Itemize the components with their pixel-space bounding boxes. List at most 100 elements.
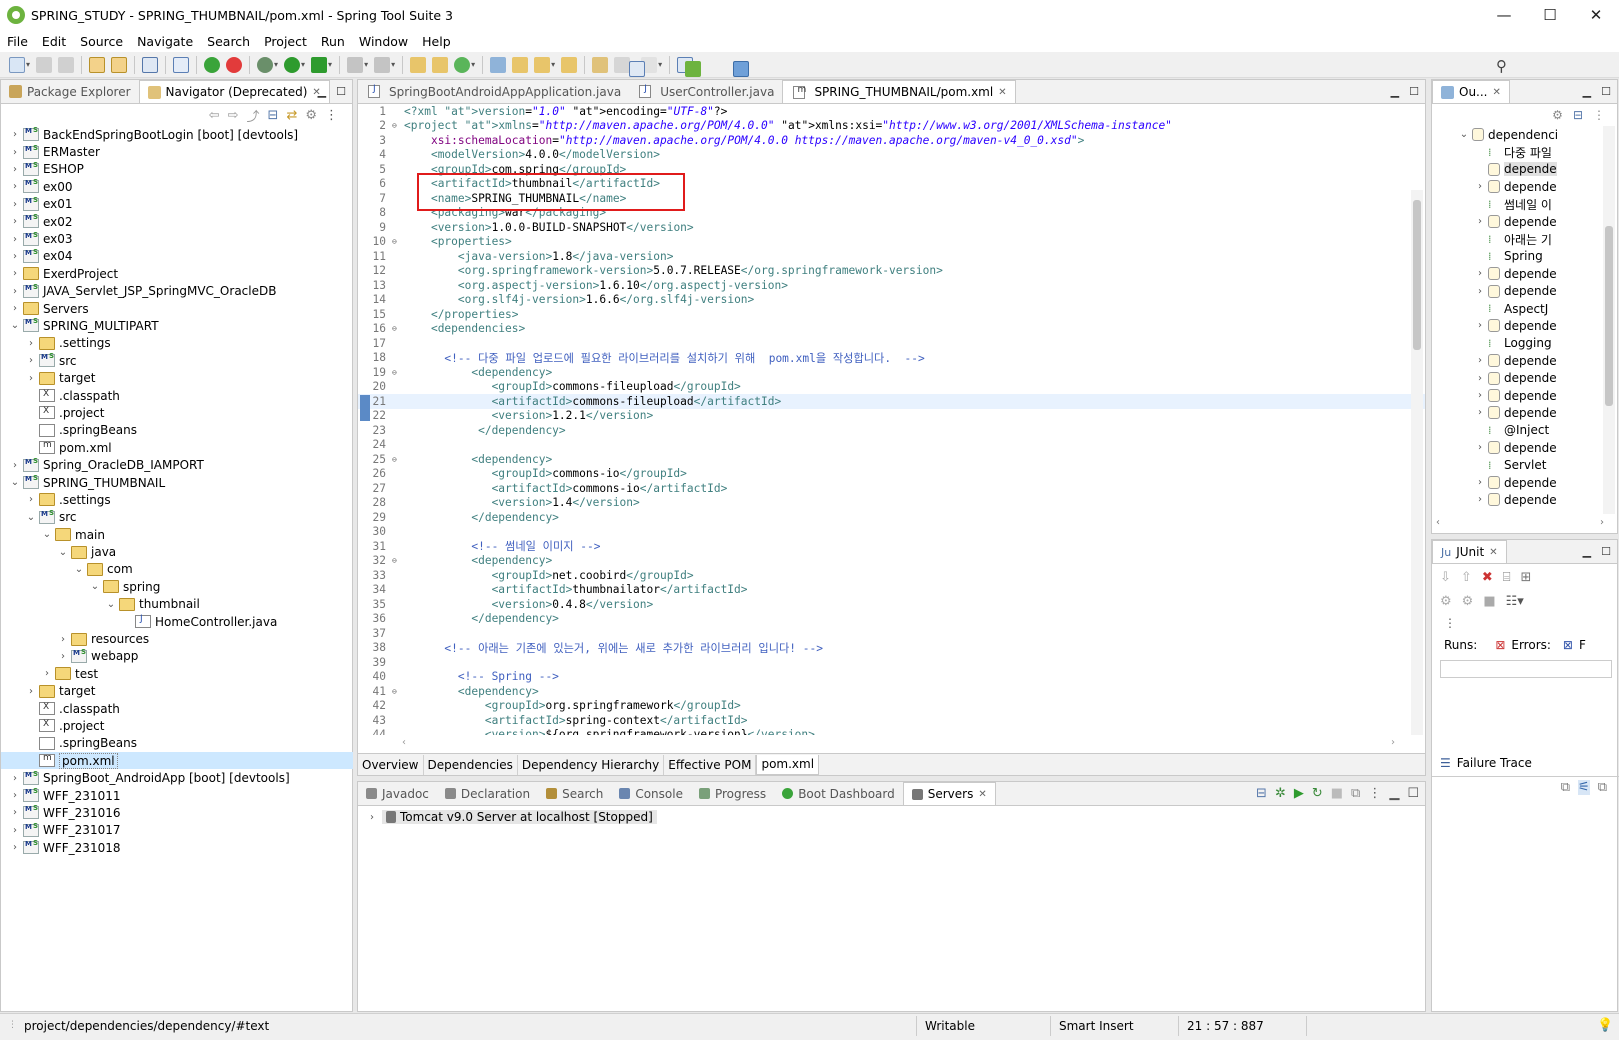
tree-item[interactable]: pom.xml xyxy=(1,752,353,770)
outline-item[interactable]: › depende xyxy=(1432,352,1604,369)
minimize-view-icon[interactable]: ▁ xyxy=(1389,786,1399,801)
tree-item[interactable]: › test xyxy=(1,665,353,682)
tab-outline[interactable]: Ou... ✕ xyxy=(1432,80,1510,103)
spring-perspective-icon[interactable] xyxy=(685,60,702,77)
close-tab-icon[interactable]: ✕ xyxy=(1489,547,1497,558)
code-line[interactable]: 11 <java-version>1.8</java-version> xyxy=(358,249,1425,264)
code-line[interactable]: 34 <artifactId>thumbnailator</artifactId… xyxy=(358,583,1425,598)
tab-navigator[interactable]: Navigator (Deprecated) ✕ xyxy=(138,80,330,103)
editor-tab[interactable]: UserController.java xyxy=(629,80,782,103)
code-line[interactable]: 36 </dependency> xyxy=(358,612,1425,627)
expand-toggle-icon[interactable]: ⌄ xyxy=(41,529,53,540)
fold-toggle-icon[interactable]: ⊖ xyxy=(392,455,400,464)
tree-item[interactable]: › target xyxy=(1,369,353,386)
code-line[interactable]: 15 </properties> xyxy=(358,307,1425,322)
up-icon[interactable]: ⤴ xyxy=(247,106,260,125)
editor-vertical-scrollbar[interactable] xyxy=(1411,190,1423,735)
tree-item[interactable]: ⌄ src xyxy=(1,509,353,526)
code-line[interactable]: 10 ⊖ <properties> xyxy=(358,235,1425,250)
filter-stack-icon[interactable]: ⚟ xyxy=(1578,780,1590,795)
fold-toggle-icon[interactable]: ⊖ xyxy=(392,237,400,246)
code-line[interactable]: 19 ⊖ <dependency> xyxy=(358,365,1425,380)
expand-toggle-icon[interactable]: › xyxy=(9,773,21,784)
tree-item[interactable]: › target xyxy=(1,683,353,700)
pencil-icon[interactable] xyxy=(534,56,551,73)
close-tab-icon[interactable]: ✕ xyxy=(1493,87,1501,98)
show-failures-only-icon[interactable]: ✖ xyxy=(1482,570,1493,585)
tree-item[interactable]: › BackEndSpringBootLogin [boot] [devtools… xyxy=(1,126,353,143)
expand-toggle-icon[interactable]: ⌄ xyxy=(57,547,69,558)
filter-icon[interactable]: ⚙ xyxy=(1552,108,1563,122)
bottom-tab[interactable]: Declaration xyxy=(437,782,538,805)
copy-trace-icon[interactable]: ⧉ xyxy=(1598,780,1607,795)
debug-server-icon[interactable]: ✲ xyxy=(1275,786,1286,801)
rerun-icon[interactable]: ⚙ xyxy=(1440,594,1452,609)
expand-toggle-icon[interactable]: › xyxy=(1474,355,1486,366)
code-line[interactable]: 14 <org.slf4j-version>1.6.6</org.slf4j-v… xyxy=(358,293,1425,308)
link-with-editor-icon[interactable]: ⇄ xyxy=(286,108,297,123)
tree-item[interactable]: › src xyxy=(1,352,353,369)
scroll-lock-icon[interactable]: ⌸ xyxy=(1503,570,1511,585)
code-line[interactable]: 16 ⊖ <dependencies> xyxy=(358,322,1425,337)
expand-toggle-icon[interactable]: › xyxy=(1474,268,1486,279)
rerun-failed-icon[interactable]: ⚙ xyxy=(1462,594,1474,609)
bottom-tab[interactable]: Search xyxy=(538,782,611,805)
fold-toggle-icon[interactable]: ⊖ xyxy=(392,687,400,696)
code-line[interactable]: 26 <groupId>commons-io</groupId> xyxy=(358,467,1425,482)
code-line[interactable]: 22 <version>1.2.1</version> xyxy=(358,409,1425,424)
outline-item[interactable]: ⁞ 아래는 기 xyxy=(1432,230,1604,247)
expand-toggle-icon[interactable]: › xyxy=(1474,477,1486,488)
bottom-tab[interactable]: Progress xyxy=(691,782,774,805)
stop-server-icon[interactable]: ■ xyxy=(1331,786,1343,801)
tree-item[interactable]: ⌄ com xyxy=(1,561,353,578)
outline-item[interactable]: › depende xyxy=(1432,404,1604,421)
expand-toggle-icon[interactable]: › xyxy=(1474,442,1486,453)
tree-item[interactable]: ⌄ spring xyxy=(1,578,353,595)
fold-toggle-icon[interactable]: ⊖ xyxy=(392,324,400,333)
outline-item[interactable]: ⌄ dependenci xyxy=(1432,126,1604,143)
debug-icon[interactable] xyxy=(257,56,274,73)
expand-toggle-icon[interactable]: › xyxy=(1474,216,1486,227)
outline-item[interactable]: › depende xyxy=(1432,474,1604,491)
tree-item[interactable]: › ExerdProject xyxy=(1,265,353,282)
tab-package-explorer[interactable]: Package Explorer xyxy=(1,80,139,103)
bottom-tab[interactable]: Servers ✕ xyxy=(902,782,996,805)
fold-toggle-icon[interactable]: ⊖ xyxy=(392,368,400,377)
expand-toggle-icon[interactable]: › xyxy=(9,807,21,818)
code-line[interactable]: 20 <groupId>commons-fileupload</groupId> xyxy=(358,380,1425,395)
outline-item[interactable]: › depende xyxy=(1432,369,1604,386)
menu-navigate[interactable]: Navigate xyxy=(130,34,200,49)
expand-toggle-icon[interactable]: › xyxy=(9,790,21,801)
expand-toggle-icon[interactable]: ⌄ xyxy=(89,581,101,592)
open-folder-icon[interactable] xyxy=(512,56,529,73)
outline-item[interactable]: ⁞ Spring xyxy=(1432,248,1604,265)
tree-item[interactable]: › ex01 xyxy=(1,196,353,213)
expand-toggle-icon[interactable]: › xyxy=(9,268,21,279)
expand-toggle-icon[interactable]: ⌄ xyxy=(25,512,37,523)
expand-toggle-icon[interactable]: ⌄ xyxy=(73,564,85,575)
code-line[interactable]: 35 <version>0.4.8</version> xyxy=(358,597,1425,612)
outline-item[interactable]: › depende xyxy=(1432,439,1604,456)
expand-toggle-icon[interactable]: › xyxy=(9,234,21,245)
expand-toggle-icon[interactable]: › xyxy=(57,634,69,645)
new-package-icon[interactable] xyxy=(432,56,449,73)
menu-edit[interactable]: Edit xyxy=(35,34,73,49)
outline-vertical-scrollbar[interactable] xyxy=(1603,126,1615,514)
code-line[interactable]: 37 xyxy=(358,626,1425,641)
minimize-editor-icon[interactable]: ▁ xyxy=(1391,85,1399,98)
start-server-icon[interactable]: ▶ xyxy=(1294,786,1304,801)
save-all-icon[interactable] xyxy=(58,56,75,73)
outline-item[interactable]: › depende xyxy=(1432,387,1604,404)
tab-junit[interactable]: Ju JUnit ✕ xyxy=(1432,540,1507,563)
open-perspective-button-icon[interactable] xyxy=(629,60,646,77)
outline-item[interactable]: ⁞ Servlet xyxy=(1432,456,1604,473)
code-line[interactable]: 1 <?xml "at">version="1.0" "at">encoding=… xyxy=(358,104,1425,119)
tree-item[interactable]: › ex04 xyxy=(1,248,353,265)
outline-item[interactable]: › depende xyxy=(1432,178,1604,195)
code-line[interactable]: 9 <version>1.0.0-BUILD-SNAPSHOT</version… xyxy=(358,220,1425,235)
view-menu-icon[interactable]: ⋮ xyxy=(325,108,338,123)
maximize-view-icon[interactable]: ☐ xyxy=(1601,545,1611,558)
close-tab-icon[interactable]: ✕ xyxy=(978,789,986,800)
last-edit-icon[interactable] xyxy=(592,56,609,73)
menu-source[interactable]: Source xyxy=(73,34,130,49)
